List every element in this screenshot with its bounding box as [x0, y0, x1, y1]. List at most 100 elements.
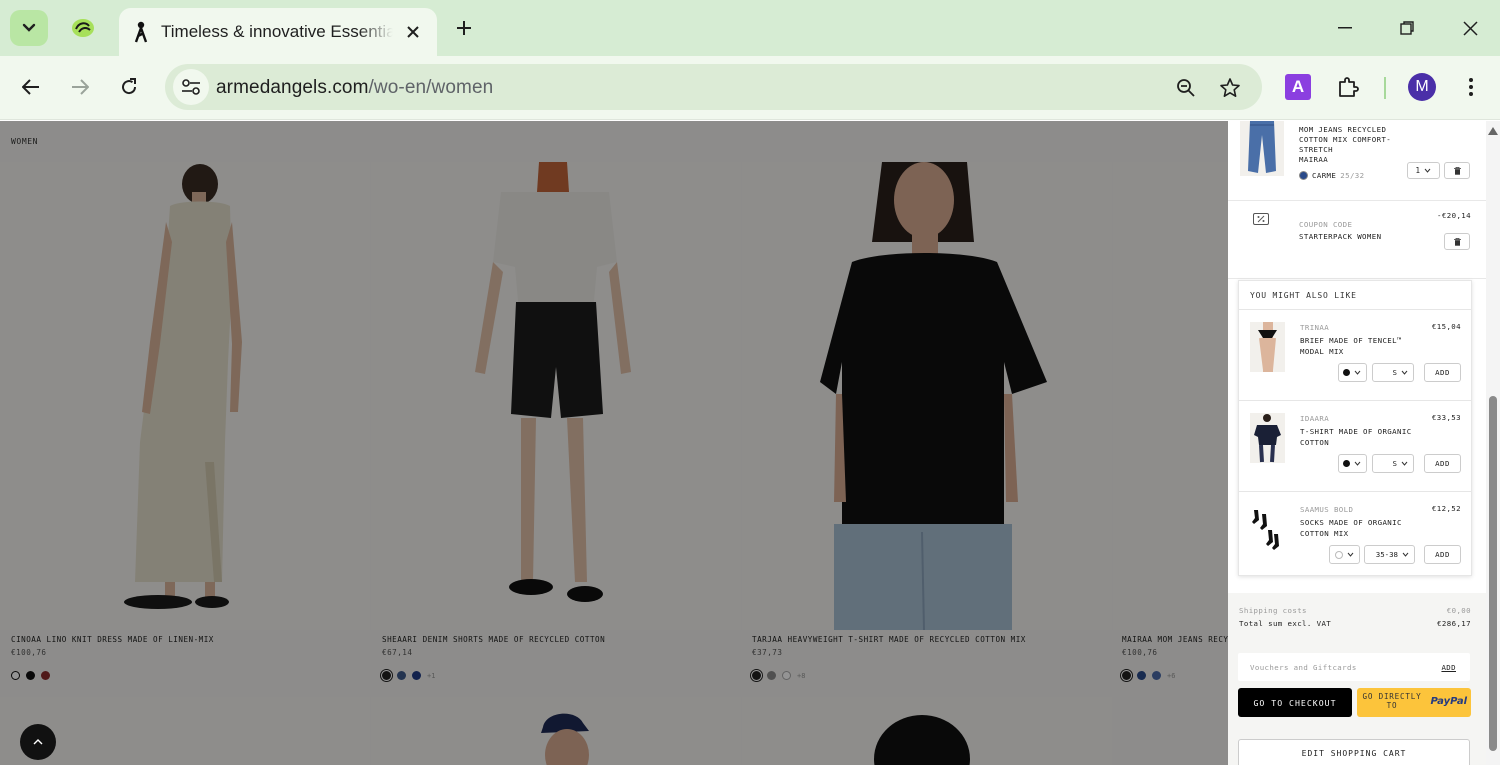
back-button[interactable]	[14, 70, 48, 104]
restore-button[interactable]	[1392, 14, 1422, 42]
url-path: /wo-en/women	[368, 77, 494, 98]
page-dim-overlay[interactable]	[0, 121, 1228, 765]
rec-size-select[interactable]: S	[1372, 363, 1414, 382]
coupon-row: COUPON CODE STARTERPACK WOMEN -€20,14	[1228, 201, 1486, 279]
close-icon	[407, 26, 419, 38]
rec-color-select[interactable]	[1338, 363, 1367, 382]
rec-thumbnail[interactable]	[1250, 504, 1285, 554]
selected-size: 35-38	[1375, 550, 1398, 559]
cart-item-thumbnail[interactable]	[1240, 121, 1284, 176]
rec-size-select[interactable]: 35-38	[1364, 545, 1415, 564]
reload-button[interactable]	[112, 70, 146, 104]
avatar: M	[1408, 73, 1436, 101]
browser-tab-bar: Timeless & innovative Essentials	[0, 0, 1500, 56]
site-info-button[interactable]	[173, 69, 209, 105]
rec-brand: SAAMUS BOLD	[1300, 505, 1354, 514]
coupon-name: STARTERPACK WOMEN	[1299, 232, 1382, 241]
minimize-icon	[1338, 27, 1352, 29]
star-icon	[1220, 78, 1240, 97]
coupon-label: COUPON CODE	[1299, 220, 1353, 229]
url-domain: armedangels.com	[216, 77, 369, 98]
pinned-tab[interactable]	[66, 12, 100, 44]
rec-size-select[interactable]: S	[1372, 454, 1414, 473]
active-tab[interactable]: Timeless & innovative Essentials	[119, 8, 437, 56]
edit-cart-button[interactable]: EDIT SHOPPING CART	[1238, 739, 1470, 765]
product-listing-page: WOMEN CINOAA LINO KNIT DRESS MADE OF LIN…	[0, 121, 1228, 765]
forward-button[interactable]	[63, 70, 97, 104]
chevron-down-icon	[1354, 461, 1361, 466]
rec-price: €12,52	[1431, 504, 1461, 513]
total-row: Total sum excl. VAT €286,17	[1239, 619, 1471, 628]
restore-icon	[1400, 21, 1414, 35]
scroll-up-arrow[interactable]	[1488, 127, 1498, 135]
new-tab-button[interactable]	[450, 14, 478, 42]
rec-color-select[interactable]	[1329, 545, 1360, 564]
extension-a-button[interactable]: A	[1282, 71, 1314, 103]
recommendation-item: SAAMUS BOLD SOCKS MADE OF ORGANIC COTTON…	[1239, 491, 1471, 583]
paypal-button[interactable]: GO DIRECTLY TO PayPal	[1357, 688, 1471, 717]
rec-name[interactable]: BRIEF MADE OF TENCEL™ MODAL MIX	[1300, 335, 1425, 357]
plus-icon	[457, 21, 471, 35]
selected-size: S	[1392, 368, 1397, 377]
extension-logo-icon	[72, 19, 94, 37]
rec-color-select[interactable]	[1338, 454, 1367, 473]
rec-brand: TRINAA	[1300, 323, 1330, 332]
reload-icon	[122, 78, 137, 95]
recommendations-panel: YOU MIGHT ALSO LIKE TRINAA BRIEF MADE OF…	[1238, 280, 1472, 576]
window-close-button[interactable]	[1455, 14, 1485, 42]
coupon-amount: -€20,14	[1437, 211, 1471, 220]
jeans-thumbnail	[1248, 121, 1276, 173]
minimize-button[interactable]	[1330, 14, 1360, 42]
cart-item-variant: CARME 25/32	[1299, 171, 1365, 180]
rec-name[interactable]: T-SHIRT MADE OF ORGANIC COTTON	[1300, 426, 1425, 448]
bookmark-button[interactable]	[1217, 75, 1243, 101]
trash-icon	[1453, 237, 1461, 246]
scroll-thumb[interactable]	[1489, 396, 1497, 751]
zoom-button[interactable]	[1173, 75, 1199, 101]
recommendation-item: IDAARA T-SHIRT MADE OF ORGANIC COTTON €3…	[1239, 400, 1471, 492]
browser-toolbar: armedangels.com/wo-en/women A M	[0, 56, 1500, 120]
url-text: armedangels.com/wo-en/women	[216, 77, 493, 99]
selected-color-swatch	[1343, 460, 1350, 467]
cart-drawer: MOM JEANS RECYCLED COTTON MIX COMFORT-ST…	[1228, 121, 1500, 765]
recommendation-item: TRINAA BRIEF MADE OF TENCEL™ MODAL MIX €…	[1239, 309, 1471, 401]
cart-item-name[interactable]: MOM JEANS RECYCLED COTTON MIX COMFORT-ST…	[1299, 125, 1409, 155]
rec-thumbnail[interactable]	[1250, 413, 1285, 463]
voucher-field[interactable]: Vouchers and Giftcards ADD	[1238, 653, 1470, 681]
coupon-percent-icon	[1253, 213, 1269, 225]
extensions-button[interactable]	[1332, 71, 1364, 103]
chevron-down-icon	[1401, 461, 1408, 466]
chevron-down-icon	[1347, 552, 1354, 557]
remove-item-button[interactable]	[1444, 162, 1470, 179]
voucher-add-link[interactable]: ADD	[1441, 663, 1456, 672]
rec-price: €33,53	[1431, 413, 1461, 422]
shipping-label: Shipping costs	[1239, 606, 1307, 615]
scroll-to-top-button[interactable]	[20, 724, 56, 760]
rec-name[interactable]: SOCKS MADE OF ORGANIC COTTON MIX	[1300, 517, 1425, 539]
browser-menu-button[interactable]	[1455, 71, 1487, 103]
shipping-row: Shipping costs €0,00	[1239, 606, 1471, 615]
quantity-value: 1	[1415, 166, 1421, 175]
tab-search-button[interactable]	[10, 10, 48, 46]
kebab-menu-icon	[1469, 78, 1473, 96]
checkout-button[interactable]: GO TO CHECKOUT	[1238, 688, 1352, 717]
variant-color-swatch	[1299, 171, 1308, 180]
profile-button[interactable]: M	[1406, 71, 1438, 103]
drawer-scrollbar[interactable]	[1486, 121, 1500, 765]
extension-a-icon: A	[1285, 74, 1311, 100]
rec-add-button[interactable]: ADD	[1424, 545, 1461, 564]
address-bar[interactable]: armedangels.com/wo-en/women	[165, 64, 1262, 110]
rec-add-button[interactable]: ADD	[1424, 454, 1461, 473]
quantity-select[interactable]: 1	[1407, 162, 1440, 179]
selected-color-swatch	[1343, 369, 1350, 376]
voucher-input-placeholder[interactable]: Vouchers and Giftcards	[1250, 663, 1357, 672]
rec-brand: IDAARA	[1300, 414, 1330, 423]
rec-price: €15,04	[1431, 322, 1461, 331]
rec-thumbnail[interactable]	[1250, 322, 1285, 372]
rec-add-button[interactable]: ADD	[1424, 363, 1461, 382]
remove-coupon-button[interactable]	[1444, 233, 1470, 250]
chevron-up-icon	[33, 739, 43, 745]
selected-size: S	[1392, 459, 1397, 468]
paypal-logo: PayPal	[1430, 696, 1467, 707]
tab-close-button[interactable]	[401, 20, 425, 44]
